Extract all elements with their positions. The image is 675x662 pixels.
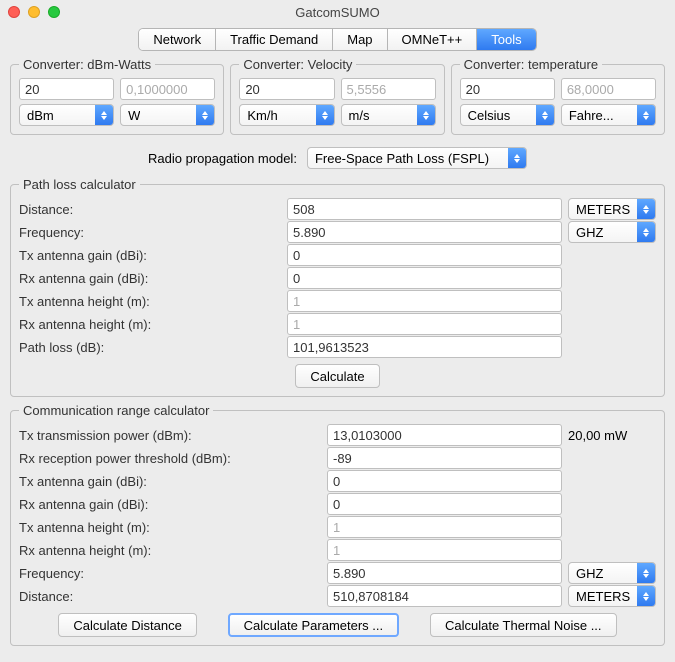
temp-output[interactable] [561, 78, 656, 100]
comm-rxheight-input[interactable] [327, 539, 562, 561]
distance-unit[interactable]: METERS [568, 198, 656, 220]
calculate-parameters-button[interactable]: Calculate Parameters ... [228, 613, 399, 637]
tab-traffic-demand[interactable]: Traffic Demand [216, 29, 333, 50]
comm-distance-label: Distance: [19, 589, 327, 604]
watts-unit-select[interactable]: W [120, 104, 215, 126]
rxthresh-input[interactable] [327, 447, 562, 469]
txheight-label: Tx antenna height (m): [19, 294, 287, 309]
converter-temperature: Converter: temperature Celsius Fahre... [451, 57, 665, 135]
calculate-button[interactable]: Calculate [295, 364, 379, 388]
calculate-thermal-noise-button[interactable]: Calculate Thermal Noise ... [430, 613, 617, 637]
velocity-unit-out[interactable]: m/s [341, 104, 436, 126]
temp-unit-in[interactable]: Celsius [460, 104, 555, 126]
chevron-updown-icon [508, 148, 526, 168]
window-title: GatcomSUMO [0, 5, 675, 20]
chevron-updown-icon [196, 105, 214, 125]
temp-input[interactable] [460, 78, 555, 100]
txpower-label: Tx transmission power (dBm): [19, 428, 327, 443]
legend-dbm: Converter: dBm-Watts [19, 57, 155, 72]
converter-dbm-watts: Converter: dBm-Watts dBm W [10, 57, 224, 135]
txgain-label: Tx antenna gain (dBi): [19, 248, 287, 263]
tab-omnet[interactable]: OMNeT++ [388, 29, 478, 50]
frequency-unit[interactable]: GHZ [568, 221, 656, 243]
rxheight-input[interactable] [287, 313, 562, 335]
comm-txgain-input[interactable] [327, 470, 562, 492]
velocity-output[interactable] [341, 78, 436, 100]
temp-unit-out[interactable]: Fahre... [561, 104, 656, 126]
chevron-updown-icon [316, 105, 334, 125]
tab-tools[interactable]: Tools [477, 29, 535, 50]
chevron-updown-icon [637, 563, 655, 583]
tab-bar: Network Traffic Demand Map OMNeT++ Tools [10, 28, 665, 51]
dbm-unit-select[interactable]: dBm [19, 104, 114, 126]
chevron-updown-icon [637, 199, 655, 219]
rxheight-label: Rx antenna height (m): [19, 317, 287, 332]
comm-rxgain-label: Rx antenna gain (dBi): [19, 497, 327, 512]
titlebar: GatcomSUMO [0, 0, 675, 24]
legend-velocity: Converter: Velocity [239, 57, 356, 72]
legend-temperature: Converter: temperature [460, 57, 602, 72]
calculate-distance-button[interactable]: Calculate Distance [58, 613, 196, 637]
comm-range-calculator: Communication range calculator Tx transm… [10, 403, 665, 646]
rxthresh-label: Rx reception power threshold (dBm): [19, 451, 327, 466]
tab-network[interactable]: Network [139, 29, 216, 50]
velocity-input[interactable] [239, 78, 334, 100]
comm-rxheight-label: Rx antenna height (m): [19, 543, 327, 558]
pathloss-calculator: Path loss calculator Distance: METERS Fre… [10, 177, 665, 397]
txheight-input[interactable] [287, 290, 562, 312]
watts-output[interactable] [120, 78, 215, 100]
chevron-updown-icon [536, 105, 554, 125]
comm-txheight-input[interactable] [327, 516, 562, 538]
comm-rxgain-input[interactable] [327, 493, 562, 515]
chevron-updown-icon [637, 586, 655, 606]
model-label: Radio propagation model: [148, 151, 297, 166]
pathloss-legend: Path loss calculator [19, 177, 140, 192]
model-select[interactable]: Free-Space Path Loss (FSPL) [307, 147, 527, 169]
velocity-unit-in[interactable]: Km/h [239, 104, 334, 126]
tab-map[interactable]: Map [333, 29, 387, 50]
txpower-input[interactable] [327, 424, 562, 446]
txgain-input[interactable] [287, 244, 562, 266]
distance-input[interactable] [287, 198, 562, 220]
rxgain-input[interactable] [287, 267, 562, 289]
comm-frequency-label: Frequency: [19, 566, 327, 581]
comm-distance-input[interactable] [327, 585, 562, 607]
frequency-label: Frequency: [19, 225, 287, 240]
pathloss-output[interactable] [287, 336, 562, 358]
pathloss-label: Path loss (dB): [19, 340, 287, 355]
chevron-updown-icon [637, 105, 655, 125]
comm-txheight-label: Tx antenna height (m): [19, 520, 327, 535]
comm-distance-unit[interactable]: METERS [568, 585, 656, 607]
chevron-updown-icon [417, 105, 435, 125]
chevron-updown-icon [95, 105, 113, 125]
txpower-mw: 20,00 mW [568, 428, 656, 443]
converter-velocity: Converter: Velocity Km/h m/s [230, 57, 444, 135]
frequency-input[interactable] [287, 221, 562, 243]
rxgain-label: Rx antenna gain (dBi): [19, 271, 287, 286]
comm-frequency-input[interactable] [327, 562, 562, 584]
chevron-updown-icon [637, 222, 655, 242]
comm-frequency-unit[interactable]: GHZ [568, 562, 656, 584]
dbm-input[interactable] [19, 78, 114, 100]
comm-legend: Communication range calculator [19, 403, 213, 418]
comm-txgain-label: Tx antenna gain (dBi): [19, 474, 327, 489]
distance-label: Distance: [19, 202, 287, 217]
